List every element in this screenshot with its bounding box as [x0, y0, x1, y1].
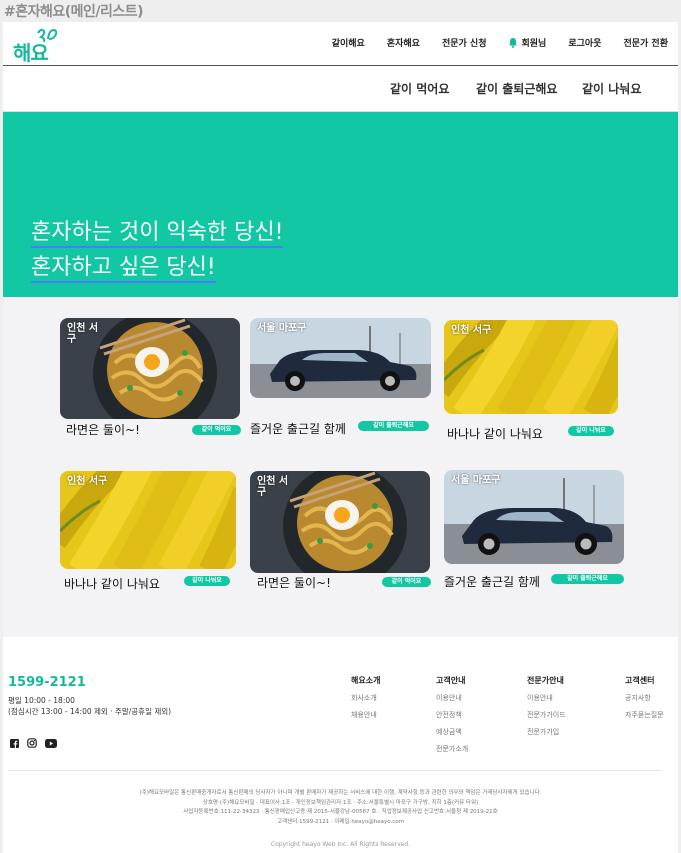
- header: 해요 같이해요 혼자해요 전문가 신청 회원님 로그아웃 전문가 전환: [3, 22, 678, 66]
- footer-col-expert-guide: 전문가안내 이용안내 전문가가이드 전문가가입: [527, 675, 566, 744]
- footer: 1599-2121 평일 10:00 - 18:00 (점심시간 13:00 -…: [3, 644, 678, 853]
- footer-col-support: 고객센터 공지사항 자주묻는질문: [625, 675, 664, 727]
- footer-col-heading: 전문가안내: [527, 676, 564, 685]
- car-image: 서울 마포구: [250, 318, 431, 398]
- footer-link[interactable]: 이용안내: [527, 693, 566, 703]
- footer-link[interactable]: 전문가가이드: [527, 710, 566, 720]
- footer-link[interactable]: 공지사항: [625, 693, 664, 703]
- card-grid: 인천 서 구 라면은 둘이~! 같이 먹어요 서울 마포구 즐거운 출근길 함께…: [3, 297, 678, 637]
- category-tag: 같이 출퇴근해요: [358, 421, 429, 431]
- footer-link[interactable]: 자주묻는질문: [625, 710, 664, 720]
- nav-expert-apply[interactable]: 전문가 신청: [442, 36, 487, 49]
- hero-banner: 혼자하는 것이 익숙한 당신! 혼자하고 싶은 당신!: [3, 112, 678, 297]
- legal-line: 고객센터:1599-2121 · 이메일:heayo@heayo.com: [277, 818, 404, 825]
- nav-together[interactable]: 같이해요: [332, 36, 365, 49]
- footer-link[interactable]: 회사소개: [351, 693, 380, 703]
- legal-line: 상호명:(주)해요모바일 · 대표이사:1조 · 개인정보책임관리자:1조 · …: [202, 799, 479, 806]
- footer-divider: [8, 770, 661, 771]
- banana-image: 인천 서구: [444, 320, 618, 414]
- banana-image: 인천 서구: [60, 471, 236, 569]
- card-location: 인천 서구: [67, 476, 108, 487]
- nav-expert-switch[interactable]: 전문가 전환: [623, 36, 668, 49]
- nav-logout[interactable]: 로그아웃: [568, 36, 601, 49]
- footer-link[interactable]: 전문가소개: [436, 744, 468, 754]
- card-location: 인천 서 구: [257, 476, 289, 498]
- instagram-icon[interactable]: [27, 733, 37, 752]
- footer-legal: (주)해요모바일은 통신판매중개자로서 통신판매의 당사자가 아니며 개별 판매…: [3, 789, 678, 827]
- nav-alone[interactable]: 혼자해요: [387, 36, 420, 49]
- card-title: 즐거운 출근길 함께: [444, 575, 540, 589]
- sub-nav: 같이 먹어요 같이 출퇴근해요 같이 나눠요: [3, 67, 678, 112]
- card-location: 인천 서구: [451, 325, 492, 336]
- footer-hours-note: (점심시간 13:00 - 14:00 제외 · 주말/공휴일 제외): [8, 707, 172, 716]
- legal-line: 사업자등록번호:111-22-34323 · 통신판매업신고증:제 2015-서…: [183, 809, 498, 815]
- footer-hours: 평일 10:00 - 18:00 (점심시간 13:00 - 14:00 제외 …: [8, 695, 171, 717]
- category-tag: 같이 나눠요: [184, 576, 230, 586]
- category-tag: 같이 먹어요: [192, 425, 241, 435]
- youtube-icon[interactable]: [45, 733, 57, 752]
- category-tag: 같이 나눠요: [568, 426, 614, 436]
- nav-member[interactable]: 회원님: [508, 36, 546, 49]
- footer-link[interactable]: 예상금액: [436, 727, 468, 737]
- card-location: 서울 마포구: [451, 475, 501, 486]
- card-title: 라면은 둘이~!: [257, 576, 331, 590]
- page: 해요 같이해요 혼자해요 전문가 신청 회원님 로그아웃 전문가 전환 같이 먹…: [3, 22, 678, 853]
- footer-phone: 1599-2121: [8, 675, 86, 690]
- facebook-icon[interactable]: [10, 733, 19, 752]
- hero-line-1: 혼자하는 것이 익숙한 당신!: [31, 220, 284, 248]
- logo[interactable]: 해요: [13, 27, 59, 65]
- category-tag: 같이 출퇴근해요: [551, 574, 624, 584]
- footer-link[interactable]: 이용안내: [436, 693, 468, 703]
- ramen-image: 인천 서 구: [60, 318, 240, 419]
- logo-mark-icon: [37, 28, 58, 43]
- footer-link[interactable]: 채용안내: [351, 710, 380, 720]
- card-location: 인천 서 구: [67, 323, 99, 345]
- frame-title: #혼자해요(메인/리스트): [4, 4, 144, 20]
- subnav-share[interactable]: 같이 나눠요: [582, 80, 641, 97]
- nav-member-label: 회원님: [521, 39, 547, 49]
- category-tag: 같이 먹어요: [382, 577, 431, 587]
- copyright: Copyright heayo Web Inc. All Rights Rese…: [270, 841, 411, 848]
- card-title: 바나나 같이 나눠요: [64, 577, 160, 591]
- car-image: 서울 마포구: [444, 470, 624, 564]
- card-title: 라면은 둘이~!: [66, 423, 140, 437]
- footer-link[interactable]: 전문가가입: [527, 727, 566, 737]
- footer-link[interactable]: 안전정책: [436, 710, 468, 720]
- card-title: 즐거운 출근길 함께: [250, 422, 346, 436]
- legal-line: (주)해요모바일은 통신판매중개자로서 통신판매의 당사자가 아니며 개별 판매…: [139, 790, 542, 796]
- top-nav: 같이해요 혼자해요 전문가 신청 회원님 로그아웃 전문가 전환: [310, 36, 668, 49]
- subnav-eat[interactable]: 같이 먹어요: [390, 80, 449, 97]
- bell-icon: [509, 38, 518, 48]
- subnav-commute[interactable]: 같이 출퇴근해요: [476, 80, 557, 97]
- footer-col-about: 해요소개 회사소개 채용안내: [351, 675, 380, 727]
- card-location: 서울 마포구: [257, 323, 307, 334]
- footer-col-heading: 해요소개: [351, 676, 381, 685]
- footer-col-heading: 고객센터: [625, 676, 655, 685]
- ramen-image: 인천 서 구: [250, 471, 430, 573]
- social-links: [10, 733, 65, 752]
- footer-col-customer-guide: 고객안내 이용안내 안전정책 예상금액 전문가소개: [436, 675, 468, 761]
- footer-col-heading: 고객안내: [436, 676, 466, 685]
- card-title: 바나나 같이 나눠요: [447, 427, 543, 441]
- hero-line-2: 혼자하고 싶은 당신!: [31, 255, 216, 283]
- footer-hours-line: 평일 10:00 - 18:00: [8, 696, 75, 705]
